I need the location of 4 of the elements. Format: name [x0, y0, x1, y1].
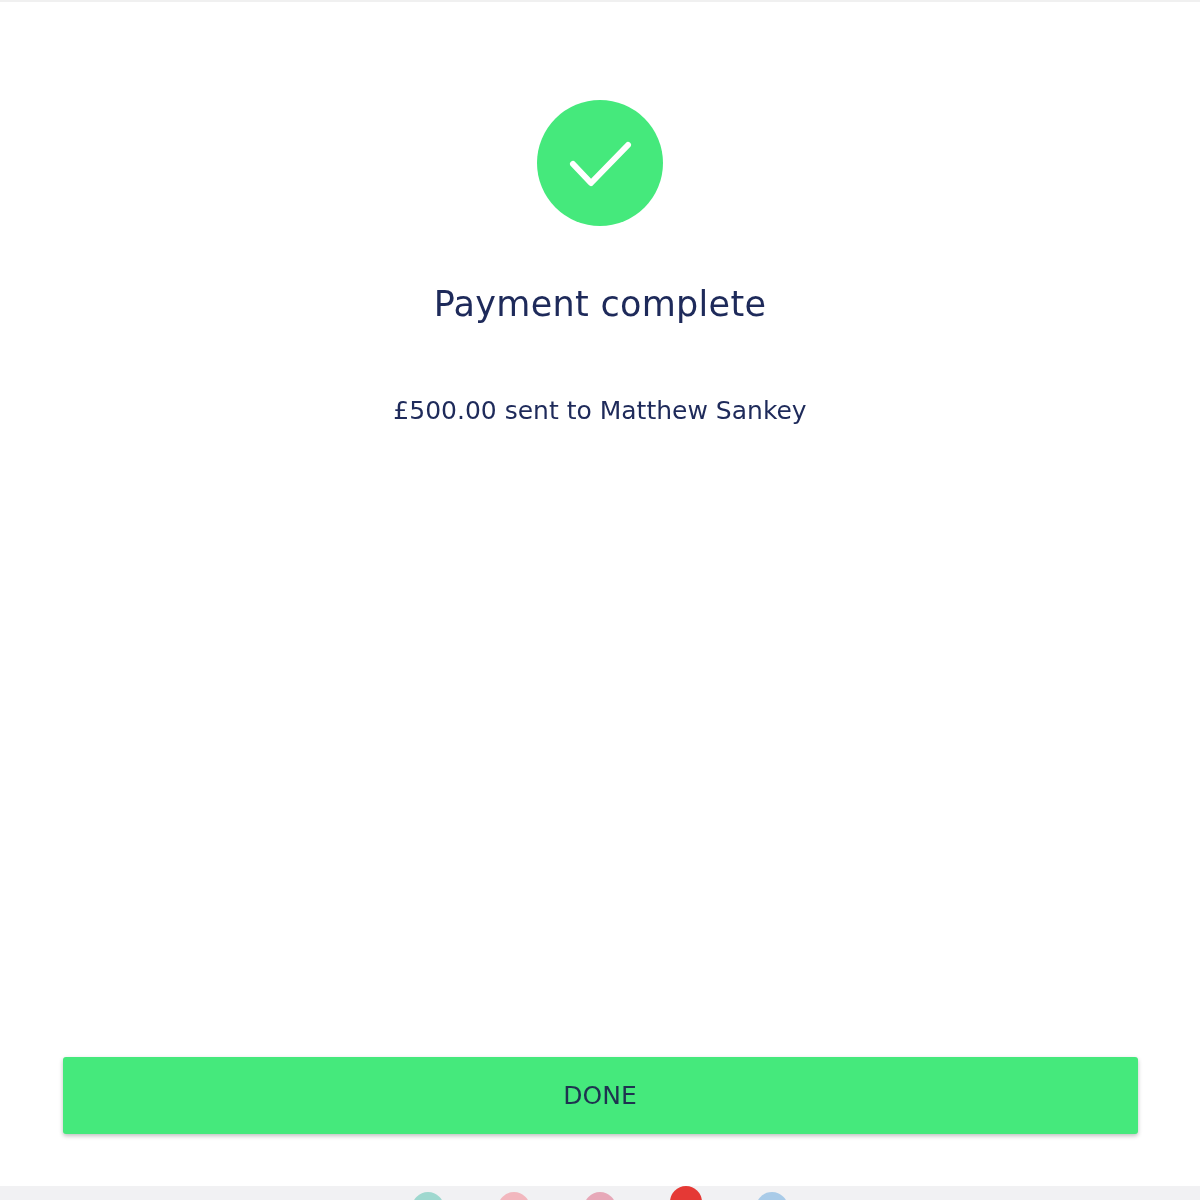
status-title: Payment complete [433, 284, 767, 324]
checkmark-icon [537, 100, 663, 226]
done-button[interactable]: DONE [62, 1057, 1138, 1134]
status-message: £500.00 sent to Matthew Sankey [393, 396, 807, 425]
